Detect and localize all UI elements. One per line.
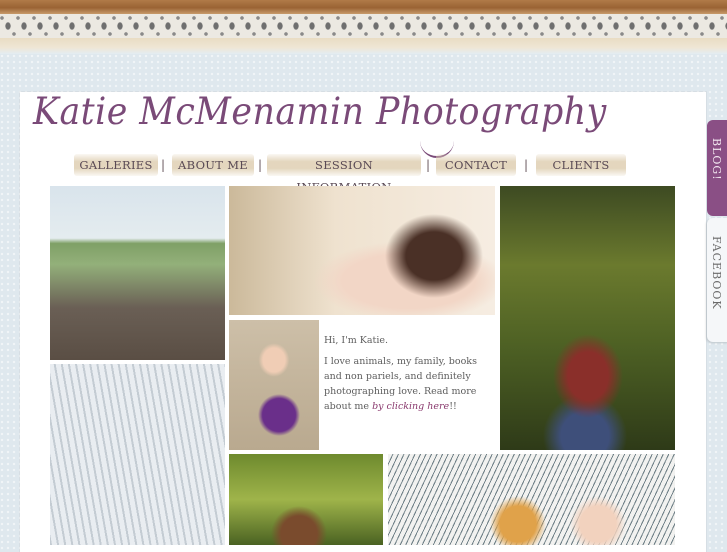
intro-suffix: !!: [449, 401, 457, 412]
main-nav: GALLERIES | ABOUT ME | SESSION INFORMATI…: [0, 154, 727, 194]
nav-separator: |: [161, 158, 166, 172]
nav-galleries[interactable]: GALLERIES: [74, 154, 158, 176]
damask-pattern-band: [0, 14, 727, 38]
facebook-tab-label: FACEBOOK: [710, 236, 723, 310]
photo-katie-with-camera: [229, 320, 319, 450]
intro-greeting: Hi, I'm Katie.: [324, 335, 389, 346]
photo-baby-portrait[interactable]: [229, 186, 495, 315]
paper-band: [0, 38, 727, 54]
about-me-link[interactable]: by clicking here: [372, 401, 449, 412]
blog-side-tab[interactable]: BLOG!: [707, 120, 727, 216]
nav-contact[interactable]: CONTACT: [436, 154, 516, 176]
photo-girl-in-garden[interactable]: [229, 454, 383, 545]
nav-separator: |: [426, 158, 431, 172]
intro-text: Hi, I'm Katie. I love animals, my family…: [324, 333, 496, 420]
facebook-side-tab[interactable]: FACEBOOK: [707, 218, 727, 342]
photo-family-in-hammock[interactable]: [388, 454, 675, 545]
nav-about-me[interactable]: ABOUT ME: [172, 154, 254, 176]
nav-separator: |: [258, 158, 263, 172]
top-wood-border: [0, 0, 727, 14]
intro-body: I love animals, my family, books and non…: [324, 354, 496, 414]
nav-session-information[interactable]: SESSION INFORMATION: [267, 154, 421, 194]
photo-couple-on-dock[interactable]: [50, 186, 225, 360]
photo-family-in-woods[interactable]: [500, 186, 675, 450]
photo-couple-on-bridge[interactable]: [50, 364, 225, 545]
nav-separator: |: [524, 158, 529, 172]
blog-tab-label: BLOG!: [710, 138, 723, 181]
nav-clients[interactable]: CLIENTS: [536, 154, 626, 176]
site-logo[interactable]: Katie McMenamin Photography: [33, 90, 607, 146]
